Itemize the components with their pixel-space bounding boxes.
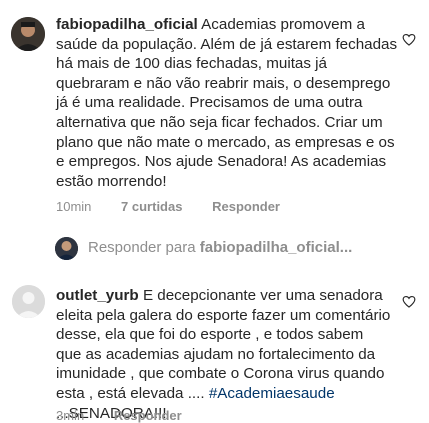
comment-time: 3min	[56, 408, 85, 423]
hashtag-link[interactable]: #Academiaesaude	[209, 385, 335, 402]
avatar[interactable]	[12, 285, 45, 318]
comment-likes[interactable]: 7 curtidas	[121, 199, 182, 214]
comment-username[interactable]: outlet_yurb	[56, 287, 139, 304]
comment-username[interactable]: fabiopadilha_oficial	[56, 16, 198, 33]
comment-meta: 10min 7 curtidas Responder	[56, 199, 306, 214]
comment-meta: 3min Responder	[56, 408, 208, 423]
reply-target: fabiopadilha_oficial...	[199, 239, 353, 256]
reply-button[interactable]: Responder	[212, 199, 280, 214]
reply-button[interactable]: Responder	[114, 408, 182, 423]
comment-body: outlet_yurb E decepcionante ver uma sena…	[56, 286, 391, 423]
reply-input[interactable]: Responder para fabiopadilha_oficial...	[88, 239, 352, 256]
heart-icon[interactable]	[402, 33, 416, 46]
heart-icon[interactable]	[402, 295, 416, 308]
avatar	[55, 237, 78, 260]
comment-time: 10min	[56, 199, 92, 214]
avatar[interactable]	[11, 17, 45, 51]
comment-text: Academias promovem a saúde da população.…	[56, 16, 398, 190]
reply-label: Responder para	[88, 239, 196, 256]
comment-body: fabiopadilha_oficial Academias promovem …	[56, 15, 401, 191]
